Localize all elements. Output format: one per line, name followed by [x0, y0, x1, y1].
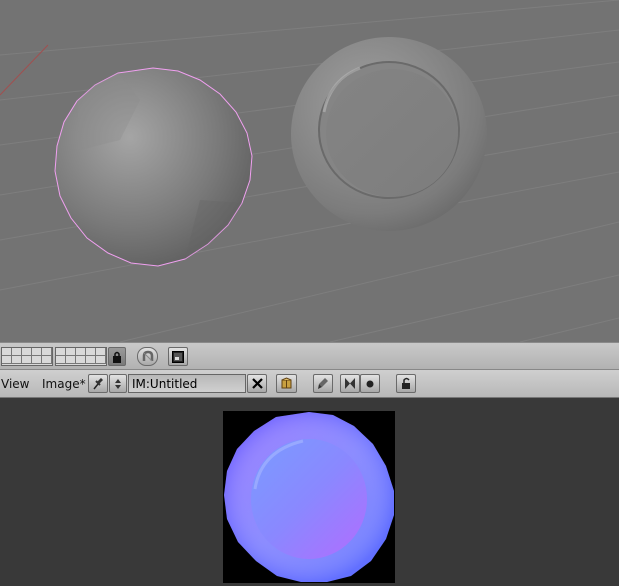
pack-image-button[interactable]	[276, 374, 297, 393]
image-render-icon	[172, 350, 184, 363]
image-menu[interactable]: Image*	[42, 377, 86, 391]
bowtie-icon	[345, 378, 355, 389]
unlink-image-button[interactable]	[247, 374, 267, 393]
package-icon	[281, 377, 292, 389]
lock-icon	[113, 351, 121, 363]
3d-viewport[interactable]	[0, 0, 619, 342]
sphere-object[interactable]	[54, 67, 253, 267]
viewport-header	[0, 342, 619, 369]
close-icon	[251, 378, 263, 389]
magnet-icon	[142, 350, 153, 361]
image-editor-header: View Image* IM:Untitled	[0, 369, 619, 398]
lock-update-button[interactable]	[396, 374, 416, 393]
pin-image-button[interactable]	[88, 374, 108, 393]
image-name-field[interactable]: IM:Untitled	[128, 374, 246, 393]
normal-map-image	[223, 411, 395, 583]
paint-mode-button[interactable]	[313, 374, 333, 393]
pin-icon	[93, 378, 103, 390]
layer-buttons-group-2[interactable]	[55, 347, 107, 366]
updown-arrows-icon	[115, 378, 121, 389]
point-mode-button[interactable]	[360, 374, 380, 393]
uv-draw-mode-button[interactable]	[340, 374, 360, 393]
image-editor[interactable]	[0, 398, 619, 586]
plate-object[interactable]	[291, 37, 487, 231]
layer-buttons-group-1[interactable]	[1, 347, 53, 366]
brush-icon	[318, 378, 328, 389]
dot-icon	[366, 380, 374, 387]
render-preview-button[interactable]	[168, 347, 188, 366]
snap-button[interactable]	[137, 347, 158, 366]
view-menu[interactable]: View	[1, 377, 29, 391]
lock-layers-button[interactable]	[108, 347, 126, 366]
browse-image-button[interactable]	[109, 374, 127, 393]
viewport-scene	[0, 0, 619, 342]
unlock-icon	[401, 377, 410, 389]
